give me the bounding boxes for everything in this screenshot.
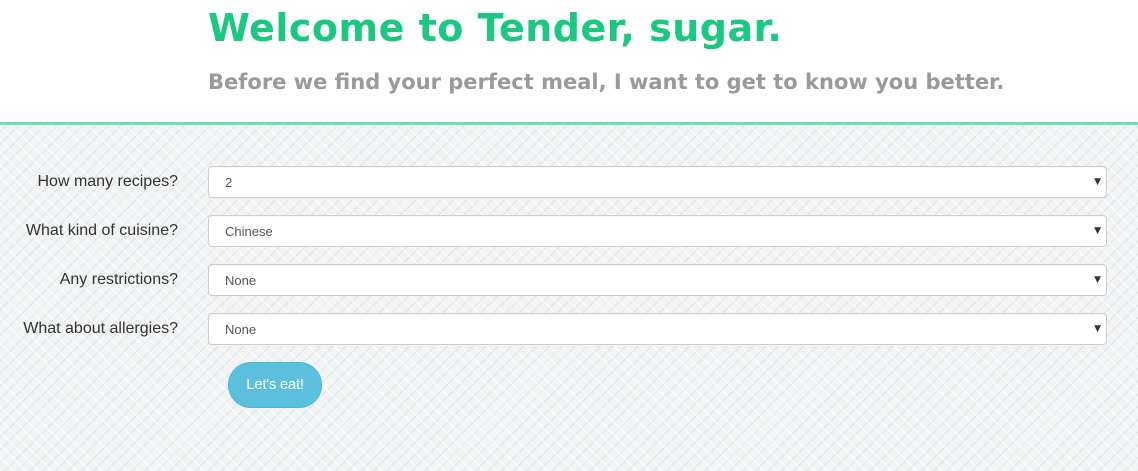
lets-eat-button[interactable]: Let's eat!	[228, 362, 322, 408]
caret-down-icon: ▼	[1094, 177, 1101, 187]
restrictions-select[interactable]: None ▼	[208, 264, 1107, 296]
page-title: Welcome to Tender, sugar.	[208, 6, 783, 50]
recipes-count-select[interactable]: 2 ▼	[208, 166, 1107, 198]
page-subtitle: Before we find your perfect meal, I want…	[208, 70, 1005, 94]
cuisine-row: What kind of cuisine? Chinese ▼	[0, 215, 1138, 249]
page-header: Welcome to Tender, sugar. Before we find…	[0, 0, 1138, 123]
caret-down-icon: ▼	[1094, 226, 1101, 236]
restrictions-label: Any restrictions?	[59, 271, 178, 288]
preferences-form: How many recipes? 2 ▼ What kind of cuisi…	[0, 125, 1138, 471]
restrictions-value: None	[225, 273, 257, 288]
allergies-select[interactable]: None ▼	[208, 313, 1107, 345]
allergies-value: None	[225, 322, 257, 337]
cuisine-select[interactable]: Chinese ▼	[208, 215, 1107, 247]
recipes-count-value: 2	[225, 175, 233, 190]
restrictions-row: Any restrictions? None ▼	[0, 264, 1138, 298]
caret-down-icon: ▼	[1094, 275, 1101, 285]
recipes-count-label: How many recipes?	[37, 173, 179, 190]
allergies-row: What about allergies? None ▼	[0, 313, 1138, 347]
cuisine-value: Chinese	[225, 224, 273, 239]
recipes-count-row: How many recipes? 2 ▼	[0, 166, 1138, 200]
cuisine-label: What kind of cuisine?	[25, 222, 178, 239]
caret-down-icon: ▼	[1094, 324, 1101, 334]
allergies-label: What about allergies?	[23, 320, 178, 337]
